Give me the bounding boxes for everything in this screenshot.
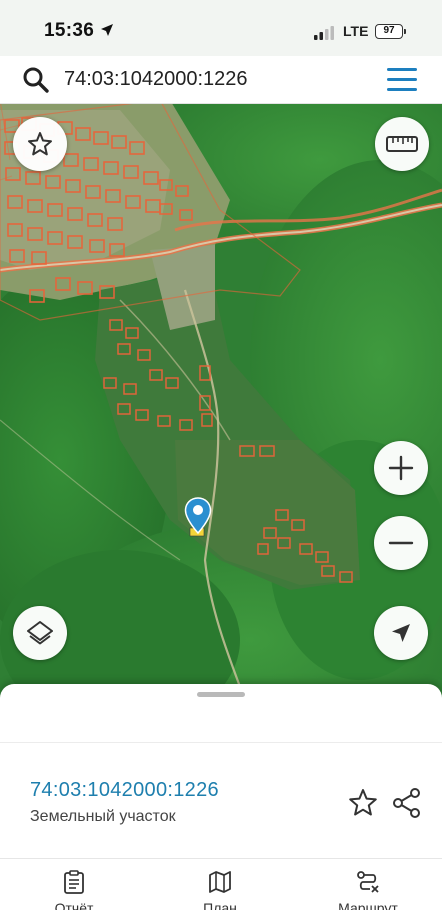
battery-level: 97 xyxy=(383,25,395,36)
map-plan-icon xyxy=(209,871,231,893)
battery-tip xyxy=(404,29,406,34)
minus-icon xyxy=(388,541,414,545)
my-location-button[interactable] xyxy=(374,606,428,660)
divider xyxy=(0,858,442,859)
divider xyxy=(0,742,442,743)
star-icon xyxy=(349,789,377,816)
hamburger-icon-line xyxy=(387,88,417,91)
parcel-type: Земельный участок xyxy=(30,808,176,825)
app-screen: 15:36 LTE 97 74:03:1042000:1226 74:03:10… xyxy=(0,0,442,910)
location-services-icon xyxy=(101,24,113,36)
signal-icon xyxy=(314,26,334,40)
plus-icon xyxy=(388,455,414,481)
ruler-icon xyxy=(386,136,418,152)
route-icon xyxy=(357,871,379,893)
route-button[interactable]: Маршрут xyxy=(318,870,418,910)
plan-label: План xyxy=(203,900,237,910)
network-label: LTE xyxy=(343,23,369,39)
menu-button[interactable] xyxy=(384,66,420,94)
zoom-in-button[interactable] xyxy=(374,441,428,495)
sheet-header xyxy=(0,706,442,742)
layers-button[interactable] xyxy=(13,606,67,660)
status-time: 15:36 xyxy=(44,20,95,41)
star-icon xyxy=(28,132,52,156)
search-input[interactable] xyxy=(64,64,364,94)
status-bar: 15:36 LTE 97 xyxy=(0,0,442,56)
layers-icon xyxy=(27,621,53,645)
cadastral-number[interactable]: 74:03:1042000:1226 xyxy=(30,779,219,802)
report-clipboard-icon xyxy=(64,870,84,894)
hamburger-icon xyxy=(387,68,417,71)
satellite-map[interactable] xyxy=(0,0,442,760)
report-button[interactable]: Отчёт xyxy=(24,870,124,910)
ruler-button[interactable] xyxy=(375,117,429,171)
map-favorite-button[interactable] xyxy=(13,117,67,171)
parcel-info-sheet[interactable]: 74:03:1042000:1226 Земельный участок Отч… xyxy=(0,684,442,910)
zoom-out-button[interactable] xyxy=(374,516,428,570)
hamburger-icon-line xyxy=(387,78,417,81)
search-icon[interactable] xyxy=(22,66,50,94)
share-icon xyxy=(393,788,420,818)
route-label: Маршрут xyxy=(338,900,398,910)
share-button[interactable] xyxy=(390,786,424,820)
sheet-drag-handle[interactable] xyxy=(197,692,245,697)
battery-icon: 97 xyxy=(375,24,403,39)
map-pin-icon[interactable] xyxy=(184,497,212,535)
report-label: Отчёт xyxy=(54,900,94,910)
add-favorite-button[interactable] xyxy=(346,786,380,820)
plan-button[interactable]: План xyxy=(170,870,270,910)
search-bar xyxy=(0,56,442,104)
navigation-arrow-icon xyxy=(392,624,410,642)
